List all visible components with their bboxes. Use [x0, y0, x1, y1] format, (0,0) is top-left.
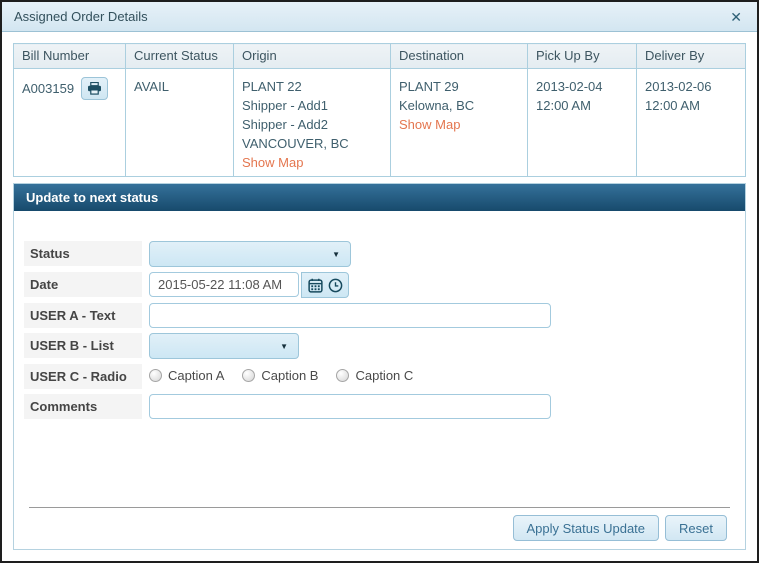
table-row: A003159 AVAIL PLANT 22 Shipper - Add1 Sh…	[13, 68, 746, 177]
dialog-title: Assigned Order Details	[14, 9, 148, 24]
destination-line: Kelowna, BC	[399, 98, 475, 113]
date-input[interactable]	[149, 272, 299, 297]
calendar-icon[interactable]	[307, 278, 323, 293]
update-status-form: Status ▼ Date 2015-05-22 11:08 AM USER A…	[14, 211, 745, 549]
date-picker-buttons[interactable]	[301, 272, 349, 298]
origin-line: Shipper - Add1	[242, 98, 329, 113]
col-header-destination: Destination	[390, 43, 528, 69]
radio-label: Caption C	[355, 368, 414, 383]
update-status-panel: Update to next status Status ▼ Date 2015…	[13, 183, 746, 550]
origin-line: Shipper - Add2	[242, 117, 329, 132]
order-details-table: Bill Number Current Status Origin Destin…	[13, 43, 746, 177]
user-c-label: USER C - Radio	[24, 364, 142, 389]
dialog-content: Bill Number Current Status Origin Destin…	[2, 32, 757, 561]
deliver-time: 12:00 AM	[645, 98, 700, 113]
user-c-row: USER C - Radio Caption A Caption B Capti…	[24, 364, 735, 389]
comments-label: Comments	[24, 394, 142, 419]
radio-option-caption-b[interactable]: Caption B	[242, 368, 318, 383]
button-separator	[29, 507, 730, 508]
status-row: Status ▼	[24, 241, 735, 267]
radio-icon[interactable]	[336, 369, 350, 382]
comments-input[interactable]	[149, 394, 551, 419]
user-b-dropdown[interactable]: ▼	[149, 333, 299, 359]
panel-section-title: Update to next status	[14, 184, 745, 211]
col-header-current-status: Current Status	[125, 43, 234, 69]
user-b-label: USER B - List	[24, 333, 142, 358]
pickup-time: 12:00 AM	[536, 98, 591, 113]
radio-icon[interactable]	[149, 369, 162, 382]
radio-option-caption-a[interactable]: Caption A	[149, 368, 224, 383]
user-a-row: USER A - Text	[24, 303, 735, 328]
col-header-origin: Origin	[233, 43, 391, 69]
dialog-titlebar: Assigned Order Details ✕	[2, 2, 757, 32]
bill-number-cell: A003159	[13, 68, 126, 177]
col-header-bill-number: Bill Number	[13, 43, 126, 69]
close-icon[interactable]: ✕	[727, 8, 745, 26]
user-b-row: USER B - List ▼	[24, 333, 735, 359]
current-status-cell: AVAIL	[125, 68, 234, 177]
user-a-input[interactable]	[149, 303, 551, 328]
bill-number-value: A003159	[22, 81, 75, 96]
radio-icon[interactable]	[242, 369, 256, 382]
deliver-date: 2013-02-06	[645, 79, 712, 94]
pickup-by-cell: 2013-02-04 12:00 AM	[527, 68, 637, 177]
destination-cell: PLANT 29 Kelowna, BC Show Map	[390, 68, 528, 177]
clock-icon[interactable]	[328, 278, 343, 293]
radio-option-caption-c[interactable]: Caption C	[336, 368, 413, 383]
origin-line: VANCOUVER, BC	[242, 136, 349, 151]
chevron-down-icon: ▼	[332, 250, 340, 259]
col-header-pickup-by: Pick Up By	[527, 43, 637, 69]
user-a-label: USER A - Text	[24, 303, 142, 328]
origin-cell: PLANT 22 Shipper - Add1 Shipper - Add2 V…	[233, 68, 391, 177]
destination-line: PLANT 29	[399, 79, 459, 94]
pickup-date: 2013-02-04	[536, 79, 603, 94]
action-buttons: Apply Status Update Reset	[24, 515, 735, 541]
origin-line: PLANT 22	[242, 79, 302, 94]
reset-button[interactable]: Reset	[665, 515, 727, 541]
apply-status-update-button[interactable]: Apply Status Update	[512, 515, 660, 541]
radio-label: Caption B	[261, 368, 319, 383]
printer-icon	[88, 82, 102, 95]
origin-show-map-link[interactable]: Show Map	[242, 153, 382, 172]
chevron-down-icon: ▼	[280, 342, 288, 351]
destination-show-map-link[interactable]: Show Map	[399, 115, 519, 134]
radio-label: Caption A	[168, 368, 225, 383]
deliver-by-cell: 2013-02-06 12:00 AM	[636, 68, 746, 177]
assigned-order-details-dialog: Assigned Order Details ✕ Bill Number Cur…	[0, 0, 759, 563]
status-label: Status	[24, 241, 142, 266]
status-dropdown[interactable]: ▼	[149, 241, 351, 267]
comments-row: Comments	[24, 394, 735, 419]
table-header-row: Bill Number Current Status Origin Destin…	[13, 43, 746, 69]
date-row: Date	[24, 272, 735, 298]
print-button[interactable]	[81, 77, 109, 100]
col-header-deliver-by: Deliver By	[636, 43, 746, 69]
date-label: Date	[24, 272, 142, 297]
